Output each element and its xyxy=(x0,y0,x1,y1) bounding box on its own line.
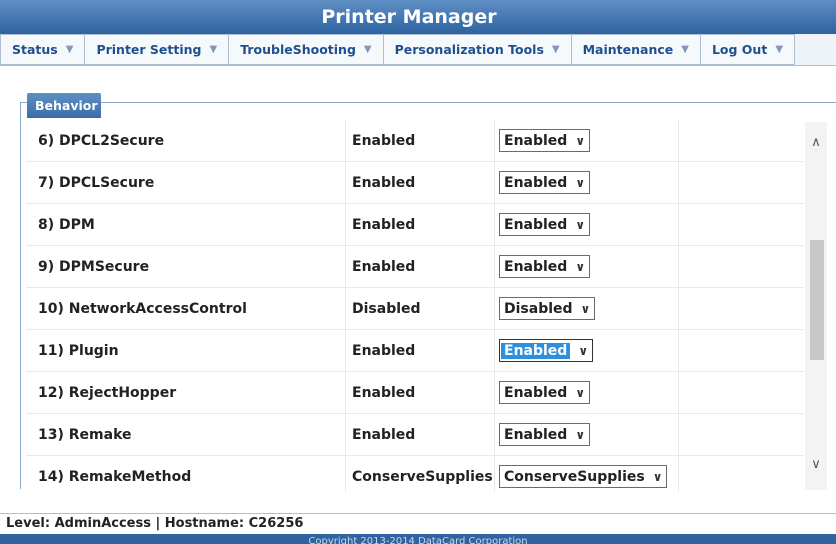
status-line: Level: AdminAccess | Hostname: C26256 xyxy=(0,513,836,533)
caret-down-icon: ▼ xyxy=(775,44,784,55)
chevron-down-icon: ∨ xyxy=(580,301,591,316)
setting-name: 13) Remake xyxy=(38,427,132,443)
chevron-down-icon: ∨ xyxy=(575,427,586,442)
setting-select[interactable]: ConserveSupplies ∨ xyxy=(499,465,668,488)
menu-printer-setting[interactable]: Printer Setting ▼ xyxy=(85,34,230,65)
chevron-down-icon: ∨ xyxy=(575,217,586,232)
setting-current-value: Enabled xyxy=(352,259,416,275)
setting-name: 11) Plugin xyxy=(38,343,119,359)
select-value: Enabled xyxy=(504,174,568,191)
setting-name: 14) RemakeMethod xyxy=(38,469,192,485)
setting-name: 7) DPCLSecure xyxy=(38,175,155,191)
scroll-up-icon[interactable]: ∧ xyxy=(805,130,827,154)
caret-down-icon: ▼ xyxy=(209,44,218,55)
setting-current-value: ConserveSupplies xyxy=(352,469,493,485)
setting-name: 9) DPMSecure xyxy=(38,259,150,275)
table-row: 14) RemakeMethod ConserveSupplies Conser… xyxy=(26,456,804,492)
menu-personalization-tools-label: Personalization Tools xyxy=(394,42,544,57)
table-scrollbar[interactable]: ∧ ∨ xyxy=(805,122,827,490)
tab-behavior[interactable]: Behavior xyxy=(27,93,101,118)
setting-select[interactable]: Enabled ∨ xyxy=(499,171,591,194)
setting-name: 10) NetworkAccessControl xyxy=(38,301,247,317)
select-value: ConserveSupplies xyxy=(504,468,645,485)
tab-behavior-label: Behavior xyxy=(35,98,98,113)
setting-select[interactable]: Enabled ∨ xyxy=(499,381,591,404)
setting-name: 12) RejectHopper xyxy=(38,385,177,401)
table-row: 9) DPMSecure Enabled Enabled ∨ xyxy=(26,246,804,288)
menu-status-label: Status xyxy=(12,42,58,57)
select-value: Enabled xyxy=(501,342,571,359)
table-row: 13) Remake Enabled Enabled ∨ xyxy=(26,414,804,456)
select-value: Enabled xyxy=(504,258,568,275)
app-title: Printer Manager xyxy=(321,6,497,28)
setting-current-value: Enabled xyxy=(352,385,416,401)
menu-personalization-tools[interactable]: Personalization Tools ▼ xyxy=(383,34,572,65)
settings-table: 6) DPCL2Secure Enabled Enabled ∨ 7) DPCLS… xyxy=(26,120,804,492)
footer-bar: Copyright 2013-2014 DataCard Corporation xyxy=(0,534,836,544)
caret-down-icon: ▼ xyxy=(681,44,689,55)
setting-select[interactable]: Disabled ∨ xyxy=(499,297,596,320)
menu-troubleshooting[interactable]: TroubleShooting ▼ xyxy=(229,34,384,65)
setting-name: 8) DPM xyxy=(38,217,95,233)
chevron-down-icon: ∨ xyxy=(575,175,586,190)
menu-log-out-label: Log Out xyxy=(711,42,768,57)
table-row: 7) DPCLSecure Enabled Enabled ∨ xyxy=(26,162,804,204)
select-value: Enabled xyxy=(504,132,568,149)
setting-current-value: Enabled xyxy=(352,217,416,233)
setting-select[interactable]: Enabled ∨ xyxy=(499,423,591,446)
menu-maintenance-label: Maintenance xyxy=(582,42,674,57)
status-text: Level: AdminAccess | Hostname: C26256 xyxy=(6,516,304,531)
menu-status[interactable]: Status ▼ xyxy=(0,34,86,65)
chevron-down-icon: ∨ xyxy=(575,385,586,400)
menu-bar: Status ▼ Printer Setting ▼ TroubleShooting… xyxy=(0,34,836,66)
setting-select-focused[interactable]: Enabled ∨ xyxy=(499,339,594,362)
scroll-down-icon[interactable]: ∨ xyxy=(805,452,827,476)
menu-troubleshooting-label: TroubleShooting xyxy=(240,42,356,57)
menu-maintenance[interactable]: Maintenance ▼ xyxy=(571,34,701,65)
caret-down-icon: ▼ xyxy=(551,44,560,55)
setting-select[interactable]: Enabled ∨ xyxy=(499,255,591,278)
setting-current-value: Enabled xyxy=(352,427,416,443)
setting-current-value: Disabled xyxy=(352,301,421,317)
table-row: 8) DPM Enabled Enabled ∨ xyxy=(26,204,804,246)
caret-down-icon: ▼ xyxy=(65,44,74,55)
table-row: 11) Plugin Enabled Enabled ∨ xyxy=(26,330,804,372)
setting-current-value: Enabled xyxy=(352,133,416,149)
chevron-down-icon: ∨ xyxy=(578,343,589,358)
menu-log-out[interactable]: Log Out ▼ xyxy=(700,34,796,65)
table-row: 6) DPCL2Secure Enabled Enabled ∨ xyxy=(26,120,804,162)
select-value: Disabled xyxy=(504,300,573,317)
select-value: Enabled xyxy=(504,384,568,401)
table-row: 12) RejectHopper Enabled Enabled ∨ xyxy=(26,372,804,414)
chevron-down-icon: ∨ xyxy=(652,469,663,484)
table-row: 10) NetworkAccessControl Disabled Disabl… xyxy=(26,288,804,330)
select-value: Enabled xyxy=(504,426,568,443)
setting-select[interactable]: Enabled ∨ xyxy=(499,129,591,152)
setting-current-value: Enabled xyxy=(352,343,416,359)
title-bar: Printer Manager xyxy=(0,0,836,34)
setting-name: 6) DPCL2Secure xyxy=(38,133,165,149)
menu-printer-setting-label: Printer Setting xyxy=(96,42,202,57)
setting-current-value: Enabled xyxy=(352,175,416,191)
setting-select[interactable]: Enabled ∨ xyxy=(499,213,591,236)
scrollbar-thumb[interactable] xyxy=(810,240,824,360)
caret-down-icon: ▼ xyxy=(363,44,372,55)
copyright-text: Copyright 2013-2014 DataCard Corporation xyxy=(308,536,528,544)
chevron-down-icon: ∨ xyxy=(575,133,586,148)
chevron-down-icon: ∨ xyxy=(575,259,586,274)
select-value: Enabled xyxy=(504,216,568,233)
